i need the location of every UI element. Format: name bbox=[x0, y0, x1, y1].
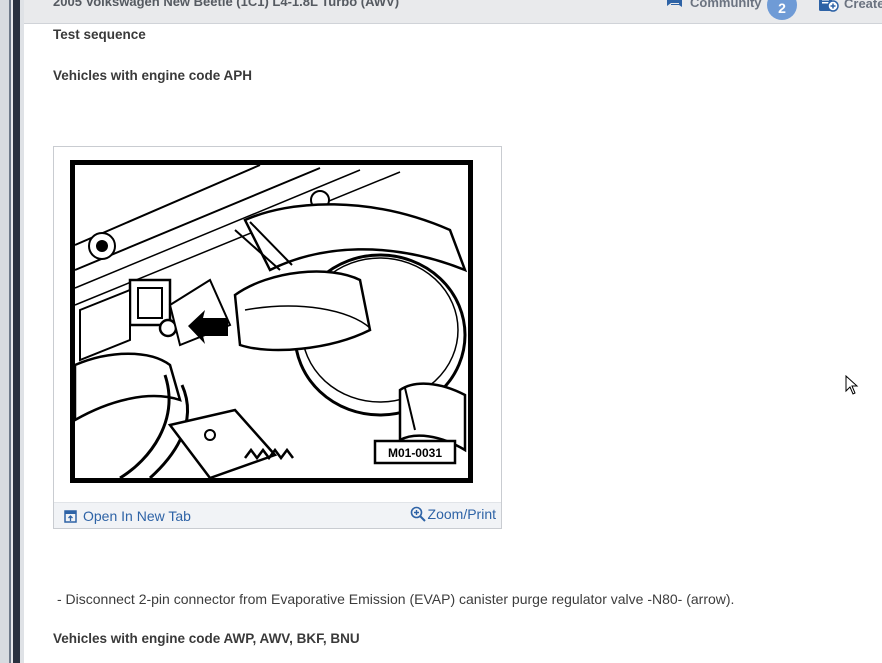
create-button[interactable]: Create bbox=[818, 0, 882, 12]
community-count-badge[interactable]: 2 bbox=[767, 0, 797, 20]
diagram-code-label: M01-0031 bbox=[388, 446, 442, 460]
create-label: Create bbox=[844, 0, 882, 11]
diagram-figure: M01-0031 Open In New Tab Zoom/Print bbox=[53, 146, 502, 529]
vehicle-title: 2005 Volkswagen New Beetle (1C1) L4-1.8L… bbox=[53, 0, 400, 9]
zoom-print-link[interactable]: Zoom/Print bbox=[410, 506, 496, 522]
create-document-icon bbox=[819, 0, 839, 12]
test-sequence-heading: Test sequence bbox=[53, 27, 146, 42]
figure-footer: Open In New Tab Zoom/Print bbox=[54, 502, 501, 528]
zoom-print-label: Zoom/Print bbox=[427, 506, 496, 522]
zoom-in-icon bbox=[410, 506, 426, 522]
mouse-pointer-icon bbox=[845, 375, 859, 395]
chat-bubbles-icon bbox=[667, 0, 682, 7]
community-button[interactable]: Community bbox=[666, 0, 762, 10]
open-in-new-tab-link[interactable]: Open In New Tab bbox=[64, 508, 191, 524]
evap-valve-diagram[interactable]: M01-0031 bbox=[70, 160, 473, 483]
top-header-bar: 2005 Volkswagen New Beetle (1C1) L4-1.8L… bbox=[24, 0, 882, 24]
community-label: Community bbox=[690, 0, 762, 10]
instruction-step: - Disconnect 2-pin connector from Evapor… bbox=[57, 591, 735, 607]
open-new-tab-icon bbox=[64, 509, 77, 523]
window-edge bbox=[0, 0, 24, 663]
open-in-new-tab-label: Open In New Tab bbox=[83, 508, 191, 524]
engine-awp-heading: Vehicles with engine code AWP, AWV, BKF,… bbox=[53, 631, 360, 646]
engine-aph-heading: Vehicles with engine code APH bbox=[53, 68, 253, 83]
